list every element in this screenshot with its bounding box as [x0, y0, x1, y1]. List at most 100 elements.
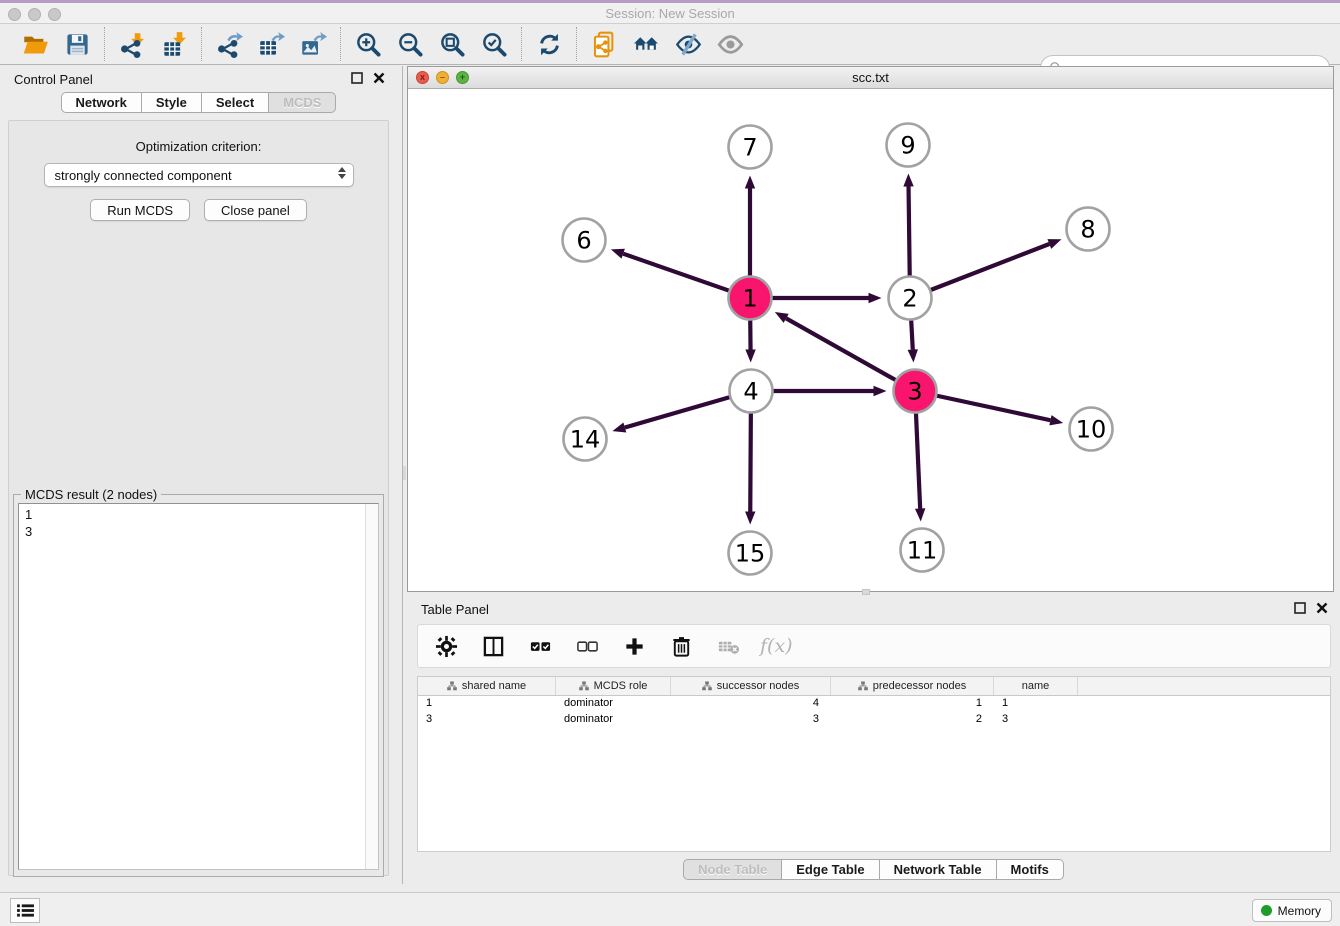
close-panel-icon[interactable] — [1316, 602, 1328, 614]
save-icon[interactable] — [62, 29, 92, 59]
table-cell[interactable]: 1 — [831, 696, 994, 712]
add-icon[interactable] — [619, 631, 649, 661]
mcds-result-group: MCDS result (2 nodes) 13 — [13, 494, 384, 877]
table-cell[interactable]: 4 — [671, 696, 831, 712]
app-title-bar: Session: New Session — [0, 0, 1340, 24]
graph-edge-2-3[interactable] — [911, 320, 913, 349]
column-header-name[interactable]: name — [994, 677, 1078, 695]
table-cell[interactable]: 1 — [994, 696, 1078, 712]
task-history-button[interactable] — [10, 898, 40, 923]
result-scrollbar[interactable] — [365, 504, 378, 869]
graph-edge-2-9[interactable] — [909, 186, 910, 275]
graph-edge-3-11[interactable] — [916, 413, 920, 508]
table-cell[interactable]: 2 — [831, 712, 994, 728]
arrowhead-icon — [745, 349, 755, 362]
zoom-in-icon[interactable] — [353, 29, 383, 59]
deselect-all-icon[interactable] — [572, 631, 602, 661]
column-header-shared-name[interactable]: shared name — [418, 677, 556, 695]
tab-network-table[interactable]: Network Table — [880, 859, 997, 880]
column-header-predecessor-nodes[interactable]: predecessor nodes — [831, 677, 994, 695]
export-table-icon[interactable] — [256, 29, 286, 59]
graph-node-label: 4 — [743, 378, 758, 406]
table-row[interactable]: 1dominator411 — [418, 696, 1330, 712]
table-cell[interactable]: dominator — [556, 712, 671, 728]
arrowhead-icon — [915, 508, 925, 521]
tab-edge-table[interactable]: Edge Table — [782, 859, 879, 880]
table-cell[interactable]: 3 — [418, 712, 556, 728]
tab-mcds[interactable]: MCDS — [269, 92, 336, 113]
import-table-icon[interactable] — [159, 29, 189, 59]
table-row[interactable]: 3dominator323 — [418, 712, 1330, 728]
tab-select[interactable]: Select — [202, 92, 269, 113]
table-cell[interactable]: 3 — [994, 712, 1078, 728]
graph-edge-2-8[interactable] — [931, 244, 1049, 290]
optimization-criterion-select[interactable]: strongly connected component — [44, 163, 354, 187]
zoom-selected-icon[interactable] — [479, 29, 509, 59]
gear-icon[interactable] — [431, 631, 461, 661]
arrowhead-icon — [869, 293, 882, 303]
tab-network[interactable]: Network — [61, 92, 142, 113]
vertical-splitter[interactable] — [402, 66, 406, 884]
column-header-MCDS-role[interactable]: MCDS role — [556, 677, 671, 695]
memory-button[interactable]: Memory — [1252, 899, 1332, 922]
table-panel-title: Table Panel — [421, 602, 489, 617]
horizontal-splitter-grip[interactable] — [862, 589, 870, 595]
zoom-out-icon[interactable] — [395, 29, 425, 59]
hide-selected-eye-icon[interactable] — [673, 29, 703, 59]
graph-edge-3-1[interactable] — [786, 318, 895, 380]
open-folder-icon[interactable] — [20, 29, 50, 59]
column-layout-icon[interactable] — [478, 631, 508, 661]
arrowhead-icon — [1047, 239, 1061, 249]
import-network-icon[interactable] — [117, 29, 147, 59]
graph-edge-1-6[interactable] — [623, 254, 729, 291]
arrowhead-icon — [745, 511, 755, 524]
graph-edge-4-14[interactable] — [625, 397, 730, 427]
column-label: MCDS role — [594, 680, 648, 692]
first-neighbors-icon[interactable] — [631, 29, 661, 59]
table-toolbar: f(x) — [417, 624, 1331, 668]
tab-motifs[interactable]: Motifs — [997, 859, 1064, 880]
graph-edge-3-10[interactable] — [937, 396, 1050, 420]
column-header-successor-nodes[interactable]: successor nodes — [671, 677, 831, 695]
column-type-icon — [702, 681, 712, 691]
export-network-icon[interactable] — [214, 29, 244, 59]
table-cell[interactable]: 1 — [418, 696, 556, 712]
network-view-title: scc.txt — [408, 70, 1333, 85]
column-type-icon — [447, 681, 457, 691]
clone-network-icon[interactable] — [589, 29, 619, 59]
table-header-row: shared name MCDS role successor nodes prede… — [418, 677, 1330, 696]
tab-style[interactable]: Style — [142, 92, 202, 113]
column-label: successor nodes — [717, 680, 800, 692]
graph-node-label: 11 — [907, 537, 938, 565]
float-panel-icon[interactable] — [1294, 602, 1306, 614]
zoom-fit-icon[interactable] — [437, 29, 467, 59]
control-panel-title: Control Panel — [14, 72, 93, 87]
column-label: name — [1022, 680, 1050, 692]
splitter-grip[interactable] — [403, 466, 406, 480]
network-canvas[interactable]: 1234678910111415 — [408, 89, 1333, 591]
node-table[interactable]: shared name MCDS role successor nodes prede… — [417, 676, 1331, 852]
export-image-icon[interactable] — [298, 29, 328, 59]
mcds-result-textarea[interactable]: 13 — [18, 503, 379, 870]
select-all-icon[interactable] — [525, 631, 555, 661]
optimization-criterion-label: Optimization criterion: — [9, 139, 388, 154]
refresh-icon[interactable] — [534, 29, 564, 59]
arrowhead-icon — [611, 249, 625, 259]
float-panel-icon[interactable] — [351, 72, 363, 84]
arrowhead-icon — [745, 176, 755, 189]
column-type-icon — [579, 681, 589, 691]
control-panel: Control Panel NetworkStyleSelectMCDS Opt… — [0, 66, 397, 884]
table-cell[interactable]: 3 — [671, 712, 831, 728]
graph-node-label: 7 — [742, 134, 757, 162]
network-window-titlebar[interactable]: x – + scc.txt — [408, 67, 1333, 89]
mcds-result-title: MCDS result (2 nodes) — [21, 487, 161, 502]
run-mcds-button[interactable]: Run MCDS — [90, 199, 190, 221]
arrowhead-icon — [903, 173, 913, 186]
close-panel-button[interactable]: Close panel — [204, 199, 307, 221]
delete-icon[interactable] — [666, 631, 696, 661]
close-panel-icon[interactable] — [373, 72, 385, 84]
result-line: 3 — [25, 523, 378, 540]
graph-edge-4-15[interactable] — [750, 413, 751, 511]
table-cell[interactable]: dominator — [556, 696, 671, 712]
tab-node-table[interactable]: Node Table — [683, 859, 782, 880]
